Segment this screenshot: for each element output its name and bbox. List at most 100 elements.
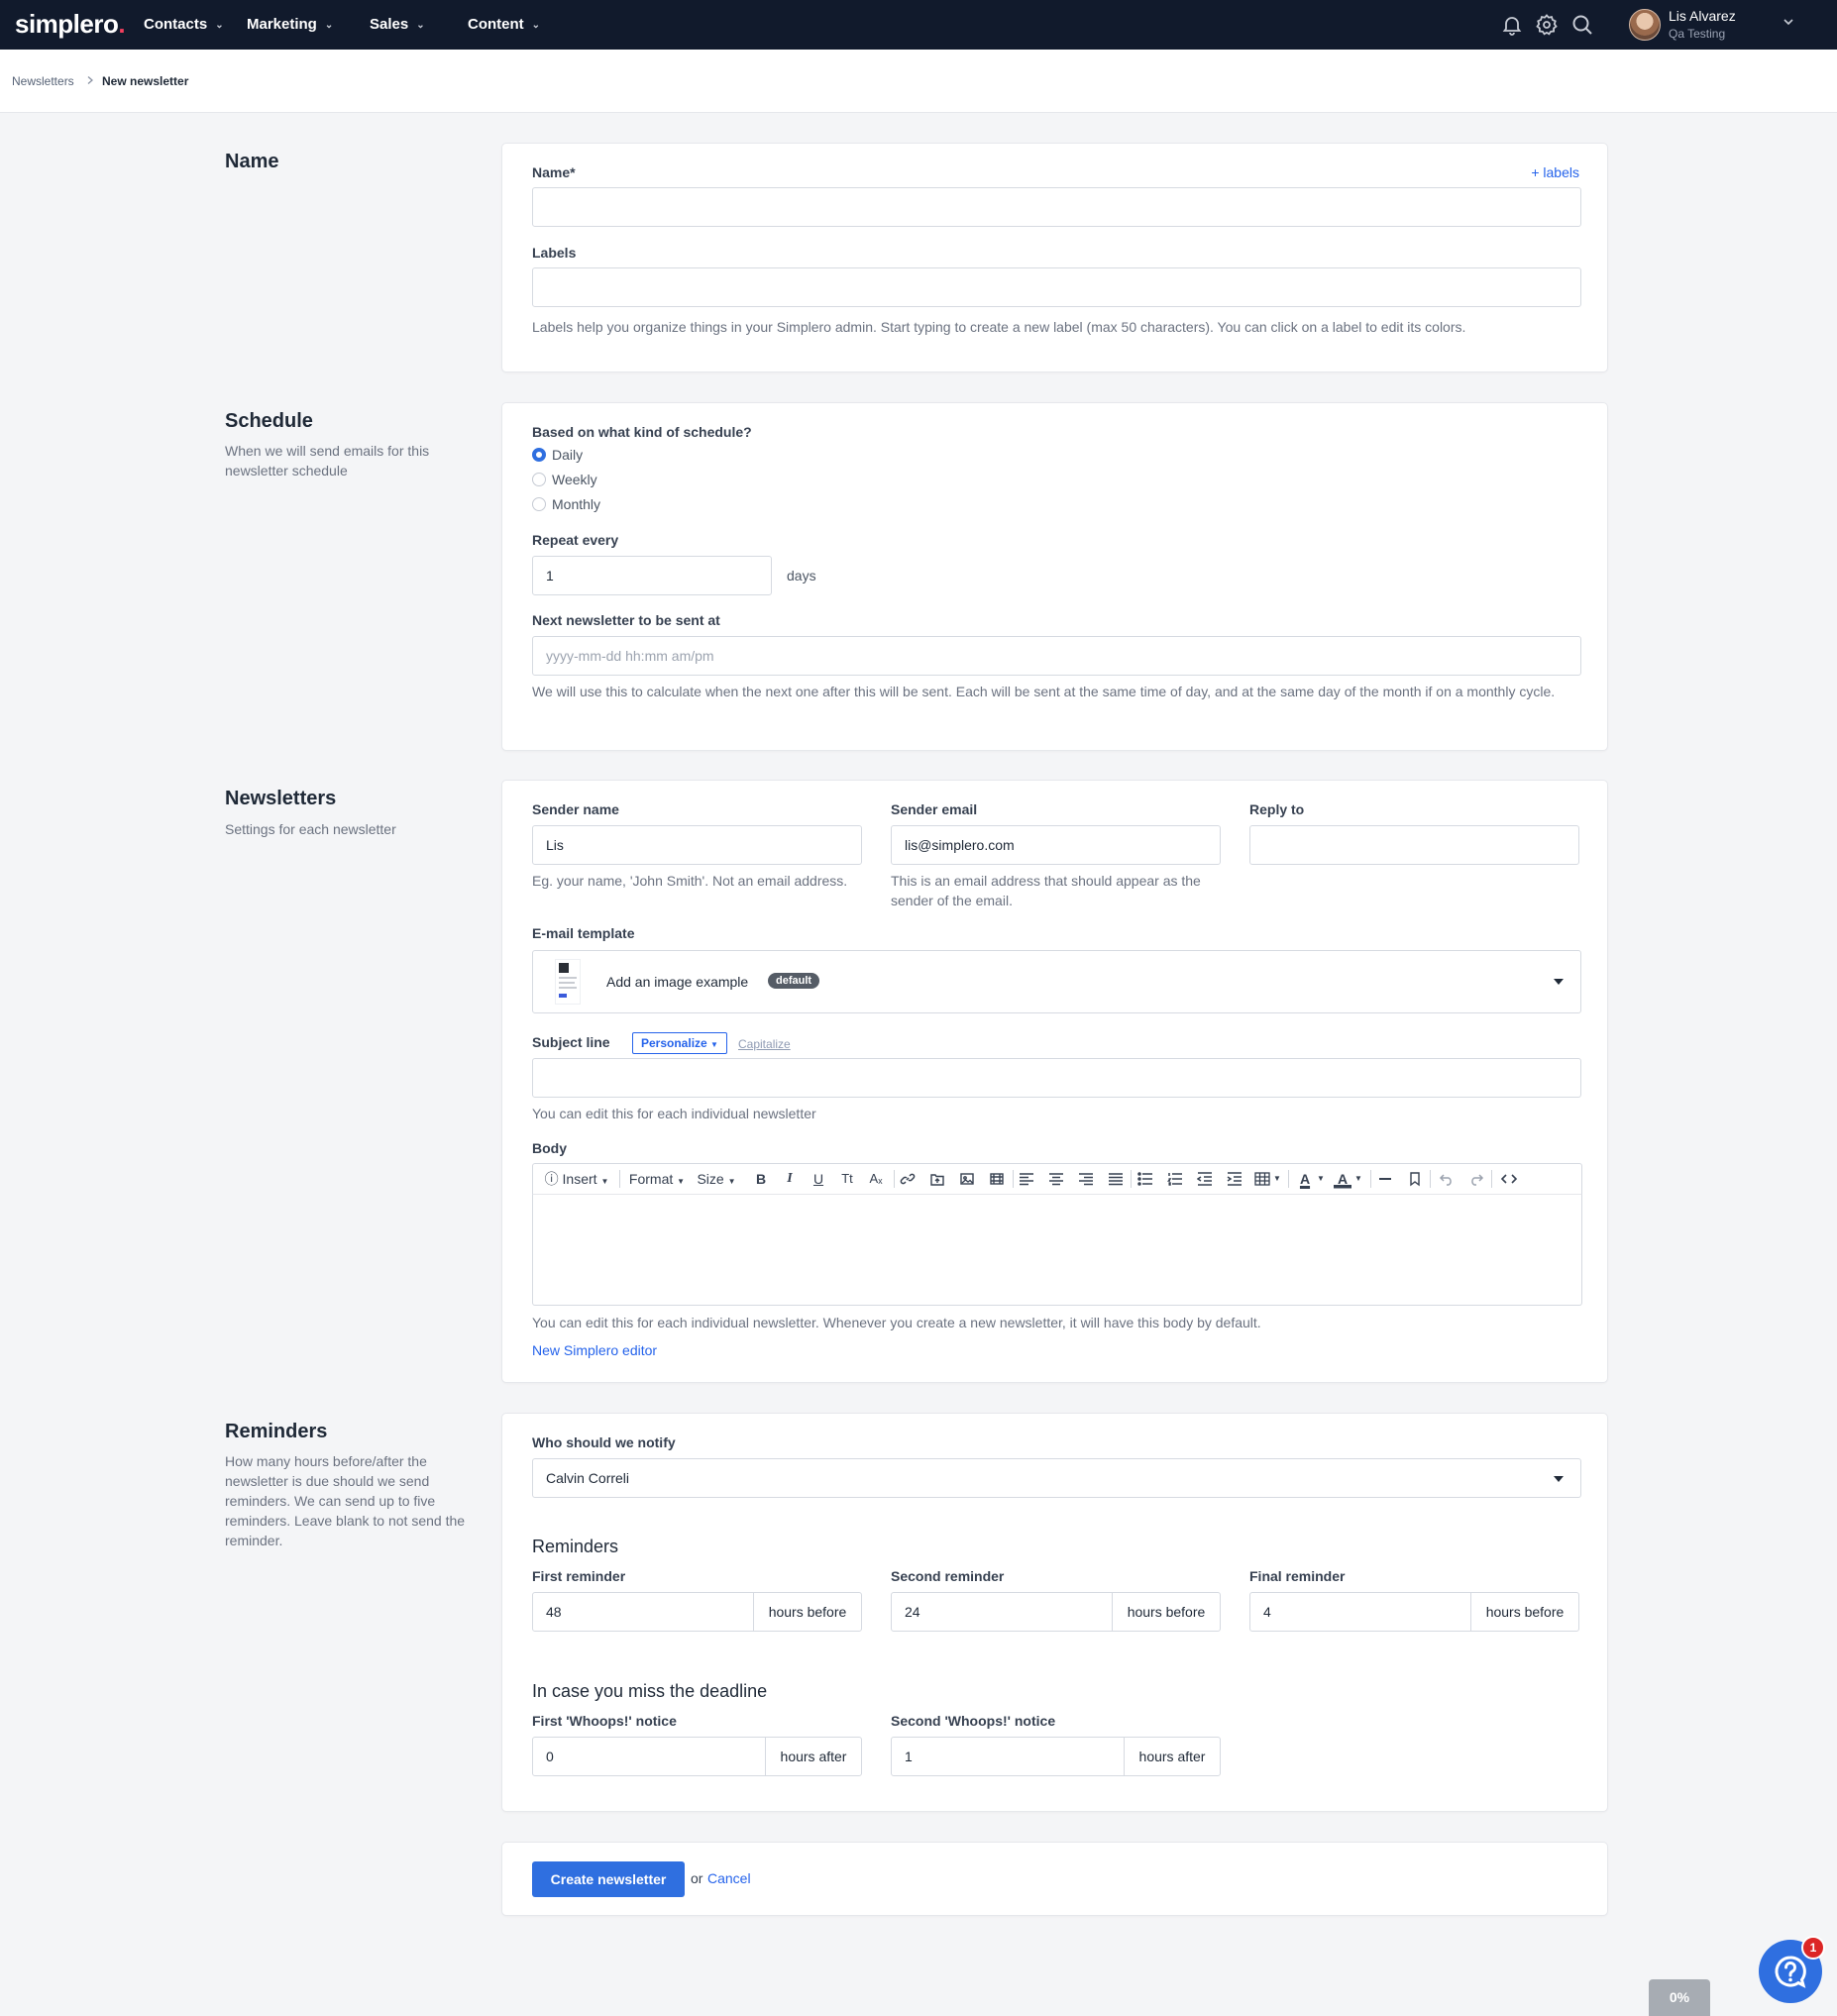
gear-icon[interactable] (1535, 13, 1559, 37)
undo-icon[interactable] (1439, 1172, 1455, 1186)
underline-button[interactable]: U (809, 1164, 828, 1194)
first-reminder-unit: hours before (753, 1592, 862, 1632)
final-reminder-label: Final reminder (1249, 1568, 1346, 1584)
cancel-link[interactable]: Cancel (707, 1870, 751, 1886)
personalize-button[interactable]: Personalize ▼ (632, 1032, 727, 1054)
caret-down-icon[interactable]: ▼ (1353, 1164, 1363, 1194)
bold-button[interactable]: B (751, 1164, 771, 1194)
breadcrumb-current: New newsletter (102, 74, 189, 88)
chevron-down-icon: ⌄ (215, 20, 224, 31)
highlight-color-icon[interactable]: A (1334, 1164, 1351, 1194)
size-menu[interactable]: Size ▼ (694, 1164, 739, 1194)
progress-indicator[interactable]: 0% (1649, 1979, 1710, 2016)
subject-line-input[interactable] (532, 1058, 1581, 1098)
body-editor[interactable] (532, 1195, 1582, 1306)
labels-label: Labels (532, 245, 577, 261)
align-right-icon[interactable] (1078, 1172, 1094, 1186)
video-icon[interactable] (989, 1171, 1005, 1187)
capitalize-link[interactable]: Capitalize (738, 1037, 791, 1051)
image-icon[interactable] (959, 1171, 975, 1187)
table-icon[interactable] (1254, 1172, 1270, 1186)
first-whoops-unit: hours after (765, 1737, 862, 1776)
create-newsletter-button[interactable]: Create newsletter (532, 1861, 685, 1897)
notification-count-badge: 1 (1801, 1936, 1825, 1960)
repeat-every-label: Repeat every (532, 532, 619, 548)
nav-sales[interactable]: Sales ⌄ (370, 16, 425, 33)
text-transform-button[interactable]: Tt (836, 1164, 858, 1194)
breadcrumb-newsletters-link[interactable]: Newsletters (12, 74, 74, 88)
dropdown-caret-icon (1554, 979, 1564, 985)
first-whoops-label: First 'Whoops!' notice (532, 1713, 677, 1729)
italic-button[interactable]: I (780, 1164, 800, 1194)
first-whoops-input[interactable]: 0 (532, 1737, 766, 1776)
bell-icon[interactable] (1500, 13, 1524, 37)
radio-daily[interactable] (532, 448, 546, 462)
simplero-logo[interactable]: simplero. (15, 9, 126, 40)
chevron-down-icon: ⌄ (531, 20, 541, 31)
redo-icon[interactable] (1468, 1172, 1484, 1186)
section-title-schedule: Schedule (225, 410, 313, 432)
code-view-icon[interactable] (1500, 1172, 1518, 1186)
reply-to-input[interactable] (1249, 825, 1579, 865)
text-color-icon[interactable]: A (1296, 1164, 1314, 1194)
sender-name-input[interactable]: Lis (532, 825, 862, 865)
sender-email-hint: This is an email address that should app… (891, 873, 1201, 908)
link-icon[interactable] (900, 1171, 916, 1187)
user-name[interactable]: Lis Alvarez (1669, 8, 1736, 24)
final-reminder-input[interactable]: 4 (1249, 1592, 1471, 1632)
email-template-label: E-mail template (532, 925, 635, 941)
caret-down-icon[interactable]: ▼ (1272, 1164, 1282, 1194)
actions-card: Create newsletter or Cancel (501, 1842, 1608, 1916)
sender-name-hint: Eg. your name, 'John Smith'. Not an emai… (532, 873, 848, 889)
name-input[interactable] (532, 187, 1581, 227)
next-send-input[interactable]: yyyy-mm-dd hh:mm am/pm (532, 636, 1581, 676)
notify-label: Who should we notify (532, 1434, 676, 1450)
nav-marketing[interactable]: Marketing ⌄ (247, 16, 333, 33)
notify-select[interactable]: Calvin Correli (532, 1458, 1581, 1498)
sender-email-input[interactable]: lis@simplero.com (891, 825, 1221, 865)
second-whoops-input[interactable]: 1 (891, 1737, 1125, 1776)
next-send-label: Next newsletter to be sent at (532, 612, 720, 628)
file-upload-icon[interactable] (929, 1171, 945, 1187)
horizontal-rule-icon[interactable] (1377, 1172, 1393, 1186)
align-left-icon[interactable] (1019, 1172, 1034, 1186)
numbered-list-icon[interactable] (1167, 1172, 1183, 1186)
radio-daily-label[interactable]: Daily (552, 447, 583, 463)
caret-down-icon[interactable]: ▼ (1316, 1164, 1326, 1194)
labels-input[interactable] (532, 267, 1581, 307)
nav-content[interactable]: Content ⌄ (468, 16, 540, 33)
name-card: Name* + labels Labels Labels help you or… (501, 143, 1608, 372)
sender-name-label: Sender name (532, 801, 619, 817)
format-menu[interactable]: Format ▼ (624, 1164, 690, 1194)
second-reminder-input[interactable]: 24 (891, 1592, 1113, 1632)
section-description-reminders: How many hours before/after the newslett… (225, 1453, 466, 1548)
radio-weekly[interactable] (532, 473, 546, 486)
chevron-down-icon[interactable] (1781, 14, 1796, 30)
repeat-unit: days (787, 568, 816, 584)
template-name: Add an image example (606, 974, 749, 990)
section-description-newsletters: Settings for each newsletter (225, 821, 396, 837)
radio-weekly-label[interactable]: Weekly (552, 472, 597, 487)
insert-menu[interactable]: ⓘ Insert ▼ (539, 1164, 614, 1194)
radio-monthly[interactable] (532, 497, 546, 511)
indent-icon[interactable] (1227, 1172, 1243, 1186)
user-avatar[interactable] (1629, 9, 1661, 41)
radio-monthly-label[interactable]: Monthly (552, 496, 600, 512)
align-justify-icon[interactable] (1108, 1172, 1124, 1186)
bookmark-icon[interactable] (1407, 1171, 1423, 1187)
search-icon[interactable] (1570, 13, 1594, 37)
second-whoops-unit: hours after (1124, 1737, 1221, 1776)
new-simplero-editor-link[interactable]: New Simplero editor (532, 1342, 657, 1358)
outdent-icon[interactable] (1197, 1172, 1213, 1186)
section-title-name: Name (225, 151, 279, 172)
first-reminder-input[interactable]: 48 (532, 1592, 754, 1632)
user-organization: Qa Testing (1669, 27, 1726, 41)
repeat-every-input[interactable]: 1 (532, 556, 772, 595)
add-labels-link[interactable]: + labels (1531, 164, 1579, 180)
clear-formatting-button[interactable]: Aₓ (865, 1164, 887, 1194)
bullet-list-icon[interactable] (1137, 1172, 1153, 1186)
subject-line-label: Subject line (532, 1034, 610, 1050)
nav-contacts[interactable]: Contacts ⌄ (144, 16, 224, 33)
email-template-select[interactable]: Add an image example default (532, 950, 1581, 1013)
align-center-icon[interactable] (1048, 1172, 1064, 1186)
